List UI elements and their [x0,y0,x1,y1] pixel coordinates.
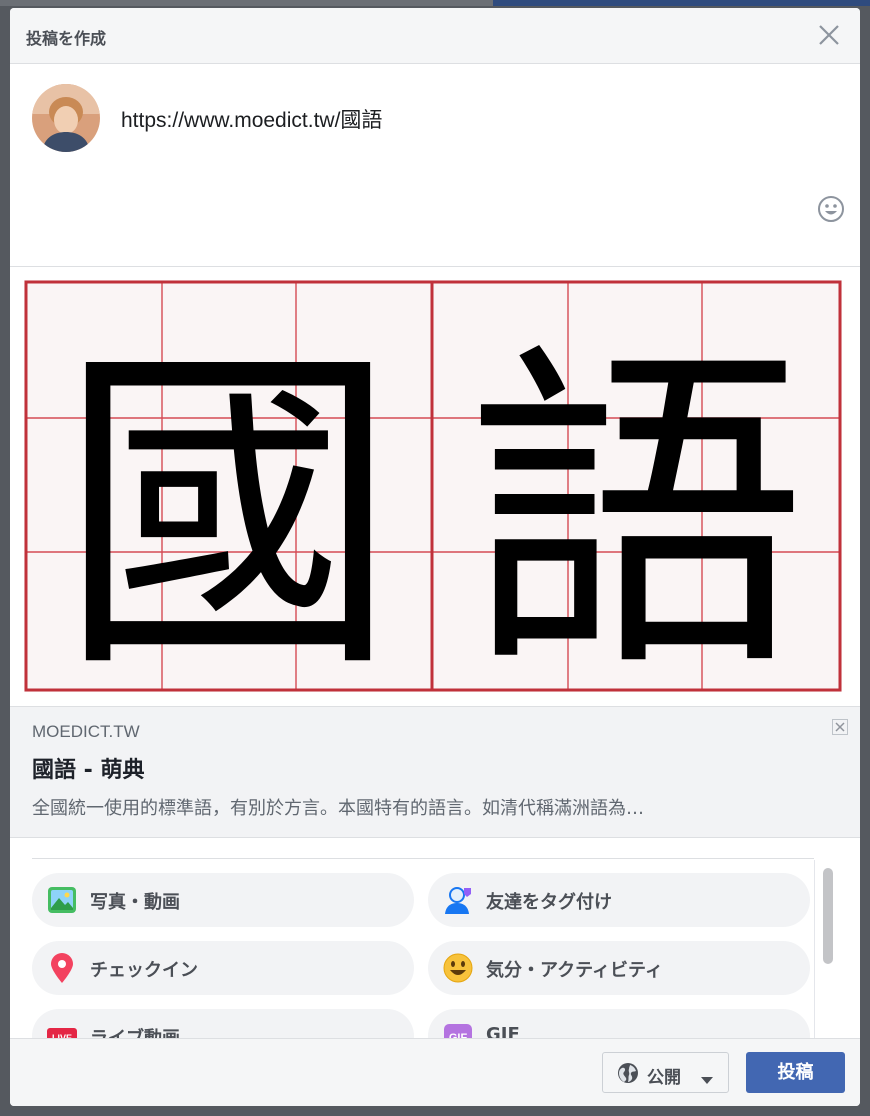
option-label: チェックイン [90,960,198,981]
option-live-video[interactable]: LIVE ライブ動画 [32,1009,414,1038]
privacy-selector[interactable]: 公開 [602,1052,729,1093]
globe-icon [617,1062,639,1084]
composer-area[interactable]: https://www.moedict.tw/國語 [10,64,860,267]
privacy-label: 公開 [647,1068,681,1088]
preview-char-2: 語 [466,317,806,692]
dialog-header: 投稿を作成 [10,8,860,64]
option-label: 気分・アクティビティ [486,960,663,981]
smiley-icon[interactable] [816,194,846,224]
option-feeling[interactable]: 気分・アクティビティ [428,941,810,995]
option-gif[interactable]: GIF GIF [428,1009,810,1038]
dialog-footer: 公開 投稿 [10,1038,860,1106]
option-photo-video[interactable]: 写真・動画 [32,873,414,927]
scrollbar-thumb[interactable] [823,868,833,964]
option-label: 友達をタグ付け [486,892,612,913]
photo-icon [46,884,78,916]
link-card[interactable]: MOEDICT.TW 國語 - 萌典 全國統一使用的標準語，有別於方言。本國特有… [10,706,860,838]
preview-char-1: 國 [58,317,398,692]
avatar [32,84,100,152]
live-icon: LIVE [46,1020,78,1038]
chevron-down-icon [701,1070,713,1084]
option-label: ライブ動画 [90,1024,180,1038]
tag-friends-icon [442,884,474,916]
close-icon[interactable] [816,22,842,48]
background-window-strip [0,0,870,6]
background-nav-bar [493,0,870,6]
options-scrollbar[interactable] [814,860,840,1038]
option-tag-friends[interactable]: 友達をタグ付け [428,873,810,927]
gif-icon: GIF [442,1020,474,1038]
post-button[interactable]: 投稿 [746,1052,845,1093]
add-to-post-options: 写真・動画 友達をタグ付け チェックイン 気分・アクティビティ LIVE GIF… [32,858,814,1038]
link-description: 全國統一使用的標準語，有別於方言。本國特有的語言。如清代稱滿洲語為… [32,798,644,819]
remove-preview-icon[interactable] [832,719,848,735]
feeling-icon [442,952,474,984]
location-pin-icon [46,952,78,984]
option-label: 写真・動画 [90,892,180,913]
dialog-title: 投稿を作成 [26,29,107,48]
link-domain: MOEDICT.TW [32,722,140,741]
create-post-dialog: 投稿を作成 https://www.moedict.tw/國語 國 語 MOED… [10,8,860,1106]
link-title: 國語 - 萌典 [32,758,145,783]
option-check-in[interactable]: チェックイン [32,941,414,995]
option-label: GIF [486,1024,520,1038]
post-text[interactable]: https://www.moedict.tw/國語 [121,104,382,134]
link-preview-image[interactable]: 國 語 [24,280,842,713]
